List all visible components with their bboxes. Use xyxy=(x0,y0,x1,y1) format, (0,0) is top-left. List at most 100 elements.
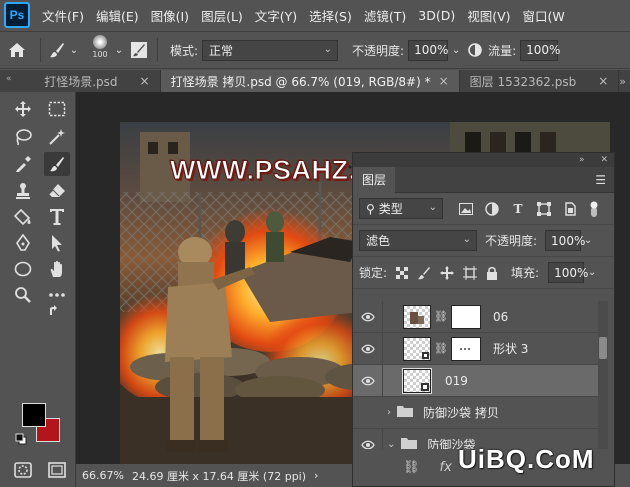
ellipse-tool-icon[interactable] xyxy=(10,257,36,281)
layer-thumbnail[interactable] xyxy=(403,336,431,361)
eraser-tool-icon[interactable] xyxy=(44,179,70,203)
more-tabs-icon[interactable]: » xyxy=(619,75,630,92)
brush-preset-picker[interactable]: 100 xyxy=(89,35,111,65)
add-layer-style-button[interactable]: fx xyxy=(440,460,452,475)
fill-input[interactable]: 100% xyxy=(548,262,588,283)
photoshop-logo[interactable]: Ps xyxy=(4,2,30,28)
filter-adjustment-icon[interactable] xyxy=(483,201,501,216)
chevron-down-icon[interactable]: ⌄ xyxy=(448,45,464,56)
menu-image[interactable]: 图像(I) xyxy=(145,6,195,25)
layer-blend-mode-select[interactable]: 滤色 ⌄ xyxy=(359,230,477,251)
collapse-panel-icon[interactable]: » xyxy=(579,155,585,165)
brush-tool-icon[interactable] xyxy=(44,152,70,176)
menu-edit[interactable]: 编辑(E) xyxy=(90,6,145,25)
tab-document-2[interactable]: 打怪场景 拷贝.psd @ 66.7% (019, RGB/8#) * × xyxy=(160,70,460,92)
foreground-color-swatch[interactable] xyxy=(22,403,46,427)
layer-mask-thumbnail[interactable] xyxy=(450,304,481,329)
close-icon[interactable]: × xyxy=(439,74,449,88)
menu-window[interactable]: 窗口(W xyxy=(517,6,571,25)
stamp-tool-icon[interactable] xyxy=(10,179,36,203)
swap-colors-icon[interactable] xyxy=(44,304,64,318)
move-tool-icon[interactable] xyxy=(10,97,36,121)
menu-type[interactable]: 文字(Y) xyxy=(249,6,303,25)
blend-mode-select[interactable]: 正常 ⌄ xyxy=(202,39,339,61)
close-icon[interactable]: ✕ xyxy=(600,155,608,165)
menu-filter[interactable]: 滤镜(T) xyxy=(358,6,412,25)
lock-transparent-icon[interactable] xyxy=(396,266,409,279)
zoom-level[interactable]: 66.67% xyxy=(82,469,124,482)
lock-position-icon[interactable] xyxy=(440,265,455,280)
menu-3d[interactable]: 3D(D) xyxy=(412,8,461,23)
menu-view[interactable]: 视图(V) xyxy=(461,6,516,25)
layer-filter-select[interactable]: ⚲ 类型 ⌄ xyxy=(359,198,443,219)
path-selection-tool-icon[interactable] xyxy=(44,231,70,255)
visibility-eye-icon[interactable] xyxy=(353,301,383,333)
filter-shape-icon[interactable] xyxy=(535,201,553,216)
link-icon[interactable]: ⛓ xyxy=(434,342,448,355)
layer-group-row[interactable]: › 防御沙袋 拷贝 xyxy=(353,397,598,429)
layer-opacity-input[interactable]: 100% xyxy=(545,230,585,251)
opacity-label: 不透明度: xyxy=(352,43,405,58)
layer-name: 形状 3 xyxy=(492,342,529,356)
pressure-opacity-icon[interactable] xyxy=(464,42,486,58)
magic-wand-tool-icon[interactable] xyxy=(44,125,70,149)
layer-name: 019 xyxy=(445,373,468,388)
zoom-tool-icon[interactable] xyxy=(10,283,36,307)
quick-mask-icon[interactable] xyxy=(10,458,36,482)
filter-pixel-icon[interactable] xyxy=(457,202,475,215)
layers-scrollbar[interactable] xyxy=(598,301,608,449)
pen-tool-icon[interactable] xyxy=(10,231,36,255)
flow-input[interactable]: 100% xyxy=(520,39,560,61)
lock-all-icon[interactable] xyxy=(486,266,498,280)
link-icon[interactable]: ⛓ xyxy=(434,310,448,323)
filter-smart-object-icon[interactable] xyxy=(561,201,579,216)
menu-file[interactable]: 文件(F) xyxy=(36,6,90,25)
layer-row-selected[interactable]: 019 xyxy=(353,364,598,397)
eyedropper-tool-icon[interactable] xyxy=(10,152,36,176)
chevron-down-icon[interactable]: ⌄ xyxy=(67,45,81,56)
layer-row[interactable]: ⛓ 形状 3 xyxy=(353,332,598,365)
lasso-tool-icon[interactable] xyxy=(10,125,36,149)
lock-pixels-icon[interactable] xyxy=(417,266,431,280)
layer-row[interactable]: ⛓ 06 xyxy=(353,301,598,333)
layer-thumbnail[interactable] xyxy=(403,304,431,329)
collapse-panels-icon[interactable]: « xyxy=(0,70,34,92)
layer-filter-value: 类型 xyxy=(378,202,403,216)
layer-list[interactable]: ⛓ 06 ⛓ 形状 3 019 › 防御沙袋 拷贝 ⌄ 防御沙袋 xyxy=(353,301,598,449)
close-icon[interactable]: × xyxy=(598,74,608,88)
visibility-eye-icon[interactable] xyxy=(353,364,383,397)
scrollbar-thumb[interactable] xyxy=(599,337,607,359)
filter-type-icon[interactable]: T xyxy=(509,202,527,216)
chevron-right-icon[interactable]: › xyxy=(387,407,391,418)
visibility-eye-placeholder[interactable] xyxy=(353,397,383,429)
layer-thumbnail[interactable] xyxy=(402,367,432,394)
lock-artboard-icon[interactable] xyxy=(463,265,478,280)
hand-tool-icon[interactable] xyxy=(44,257,70,281)
tab-label: 打怪场景.psd xyxy=(44,74,118,89)
tab-document-3[interactable]: 图层 1532362.psb × xyxy=(460,70,620,92)
link-layers-icon[interactable]: ⛓ xyxy=(403,460,420,475)
tab-layers[interactable]: 图层 xyxy=(353,166,396,193)
brush-tool-icon[interactable] xyxy=(47,41,67,59)
close-icon[interactable]: × xyxy=(140,74,150,88)
brush-settings-icon[interactable] xyxy=(127,41,151,59)
filter-toggle-icon[interactable] xyxy=(587,201,601,217)
status-menu-arrow[interactable]: › xyxy=(314,469,318,482)
opacity-input[interactable]: 100% xyxy=(408,39,448,61)
tab-document-1[interactable]: 打怪场景.psd × xyxy=(34,70,161,92)
menu-select[interactable]: 选择(S) xyxy=(303,6,358,25)
menu-layer[interactable]: 图层(L) xyxy=(195,6,249,25)
vector-mask-thumbnail[interactable] xyxy=(450,336,481,361)
home-icon[interactable] xyxy=(0,42,34,58)
chevron-down-icon[interactable]: ⌄ xyxy=(583,235,593,246)
paint-bucket-tool-icon[interactable] xyxy=(10,205,36,229)
marquee-tool-icon[interactable] xyxy=(44,97,70,121)
chevron-down-icon[interactable]: ⌄ xyxy=(111,45,127,56)
panel-menu-icon[interactable]: ☰ xyxy=(595,173,606,187)
visibility-eye-icon[interactable] xyxy=(353,332,383,365)
default-colors-icon[interactable] xyxy=(14,432,28,446)
chevron-down-icon[interactable]: ⌄ xyxy=(587,267,597,278)
visibility-eye-icon[interactable] xyxy=(353,428,383,449)
screen-mode-icon[interactable] xyxy=(44,458,70,482)
type-tool-icon[interactable] xyxy=(44,205,70,229)
